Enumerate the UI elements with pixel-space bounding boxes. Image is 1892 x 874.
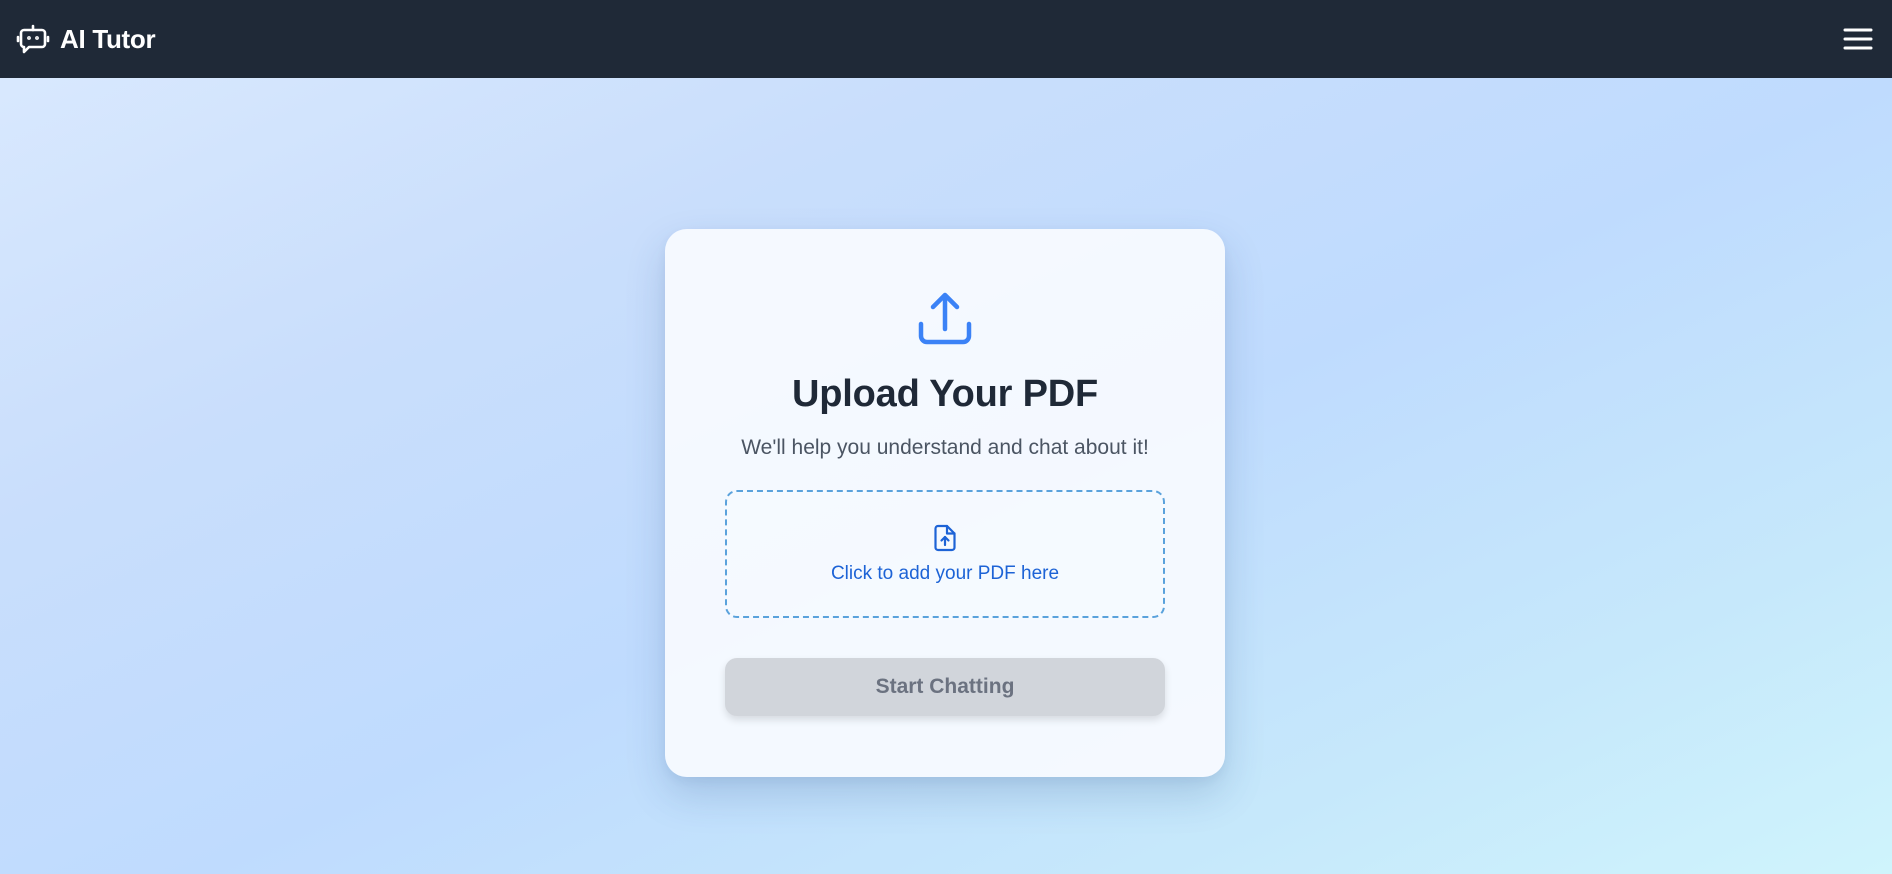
app-title: AI Tutor (60, 23, 156, 54)
start-chatting-button[interactable]: Start Chatting (725, 658, 1165, 716)
top-navbar: AI Tutor (0, 0, 1892, 78)
upload-subtitle: We'll help you understand and chat about… (741, 436, 1149, 459)
file-upload-icon (934, 524, 956, 552)
robot-chat-icon (16, 24, 50, 54)
upload-title: Upload Your PDF (792, 373, 1098, 415)
menu-button[interactable] (1840, 21, 1876, 57)
dropzone-label: Click to add your PDF here (830, 563, 1060, 584)
upload-icon (918, 292, 972, 345)
brand[interactable]: AI Tutor (16, 22, 156, 56)
hamburger-menu-icon (1843, 28, 1873, 50)
upload-card: Upload Your PDF We'll help you understan… (665, 229, 1225, 777)
pdf-dropzone[interactable]: Click to add your PDF here (725, 490, 1165, 618)
